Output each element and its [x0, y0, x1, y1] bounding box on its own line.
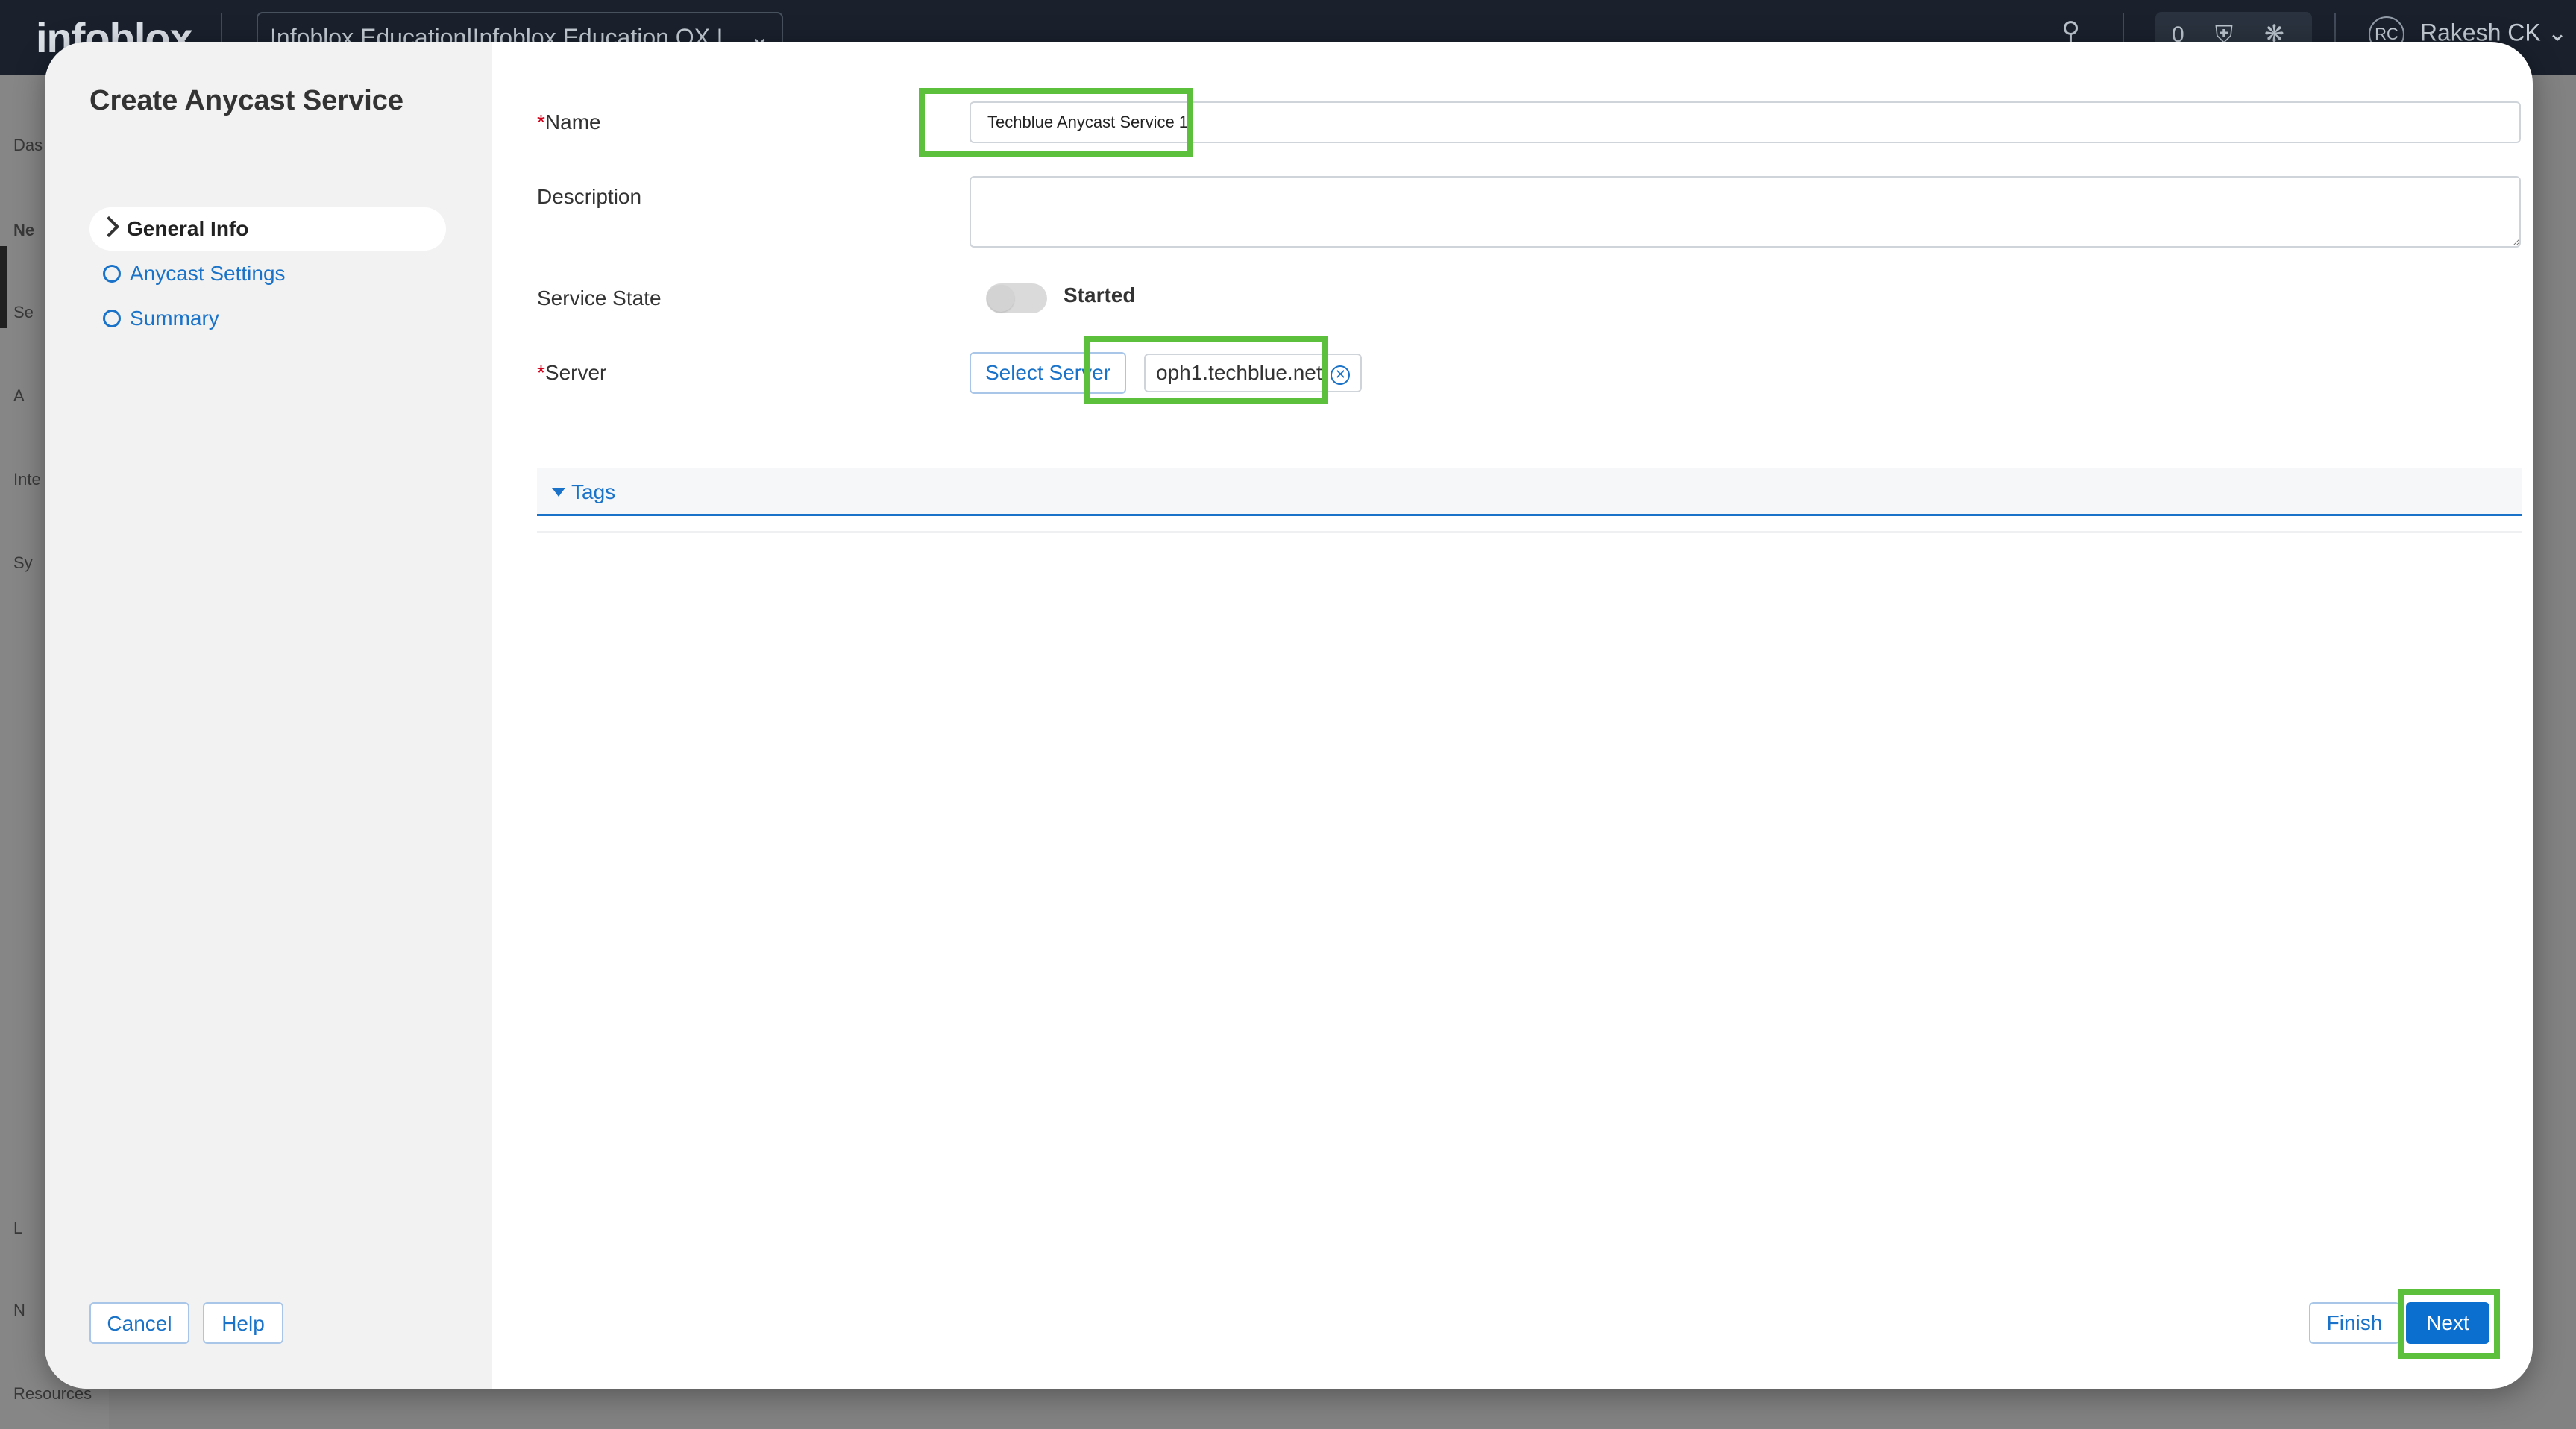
required-marker: *: [537, 110, 545, 134]
step-label: Summary: [130, 307, 219, 330]
circle-icon: [103, 310, 121, 327]
next-button[interactable]: Next: [2406, 1302, 2489, 1344]
create-anycast-service-dialog: Create Anycast Service General Info Anyc…: [45, 42, 2533, 1389]
help-button[interactable]: Help: [203, 1302, 283, 1344]
step-anycast-settings[interactable]: Anycast Settings: [89, 252, 446, 295]
cancel-button[interactable]: Cancel: [89, 1302, 189, 1344]
step-label: General Info: [127, 217, 249, 240]
finish-button[interactable]: Finish: [2309, 1302, 2400, 1344]
description-field[interactable]: [970, 176, 2521, 248]
description-label: Description: [537, 185, 642, 208]
server-label-text: Server: [544, 361, 607, 384]
chevron-right-icon: [98, 216, 120, 238]
divider: [537, 531, 2522, 533]
server-chip: oph1.techblue.net ✕: [1144, 354, 1363, 392]
select-server-button[interactable]: Select Server: [970, 352, 1126, 394]
tags-section-header: Tags: [537, 468, 2522, 516]
required-marker: *: [537, 361, 545, 384]
tags-toggle[interactable]: Tags: [552, 480, 615, 504]
toggle-knob: [987, 285, 1014, 312]
service-state-value: Started: [1064, 283, 1136, 307]
step-general-info[interactable]: General Info: [89, 207, 446, 251]
step-label: Anycast Settings: [130, 262, 286, 285]
caret-down-icon: [552, 488, 565, 497]
name-label-text: Name: [544, 110, 601, 134]
service-state-label: Service State: [537, 286, 662, 310]
dialog-title: Create Anycast Service: [89, 85, 404, 116]
circle-icon: [103, 265, 121, 283]
tags-label: Tags: [571, 480, 616, 503]
remove-server-icon[interactable]: ✕: [1331, 365, 1351, 385]
server-label: *Server: [537, 361, 606, 385]
service-state-toggle[interactable]: [986, 283, 1047, 313]
server-chip-label: oph1.techblue.net: [1156, 361, 1322, 384]
wizard-sidebar: Create Anycast Service General Info Anyc…: [45, 42, 492, 1389]
step-summary[interactable]: Summary: [89, 297, 446, 340]
name-label: *Name: [537, 110, 601, 134]
name-input[interactable]: [970, 101, 2521, 143]
